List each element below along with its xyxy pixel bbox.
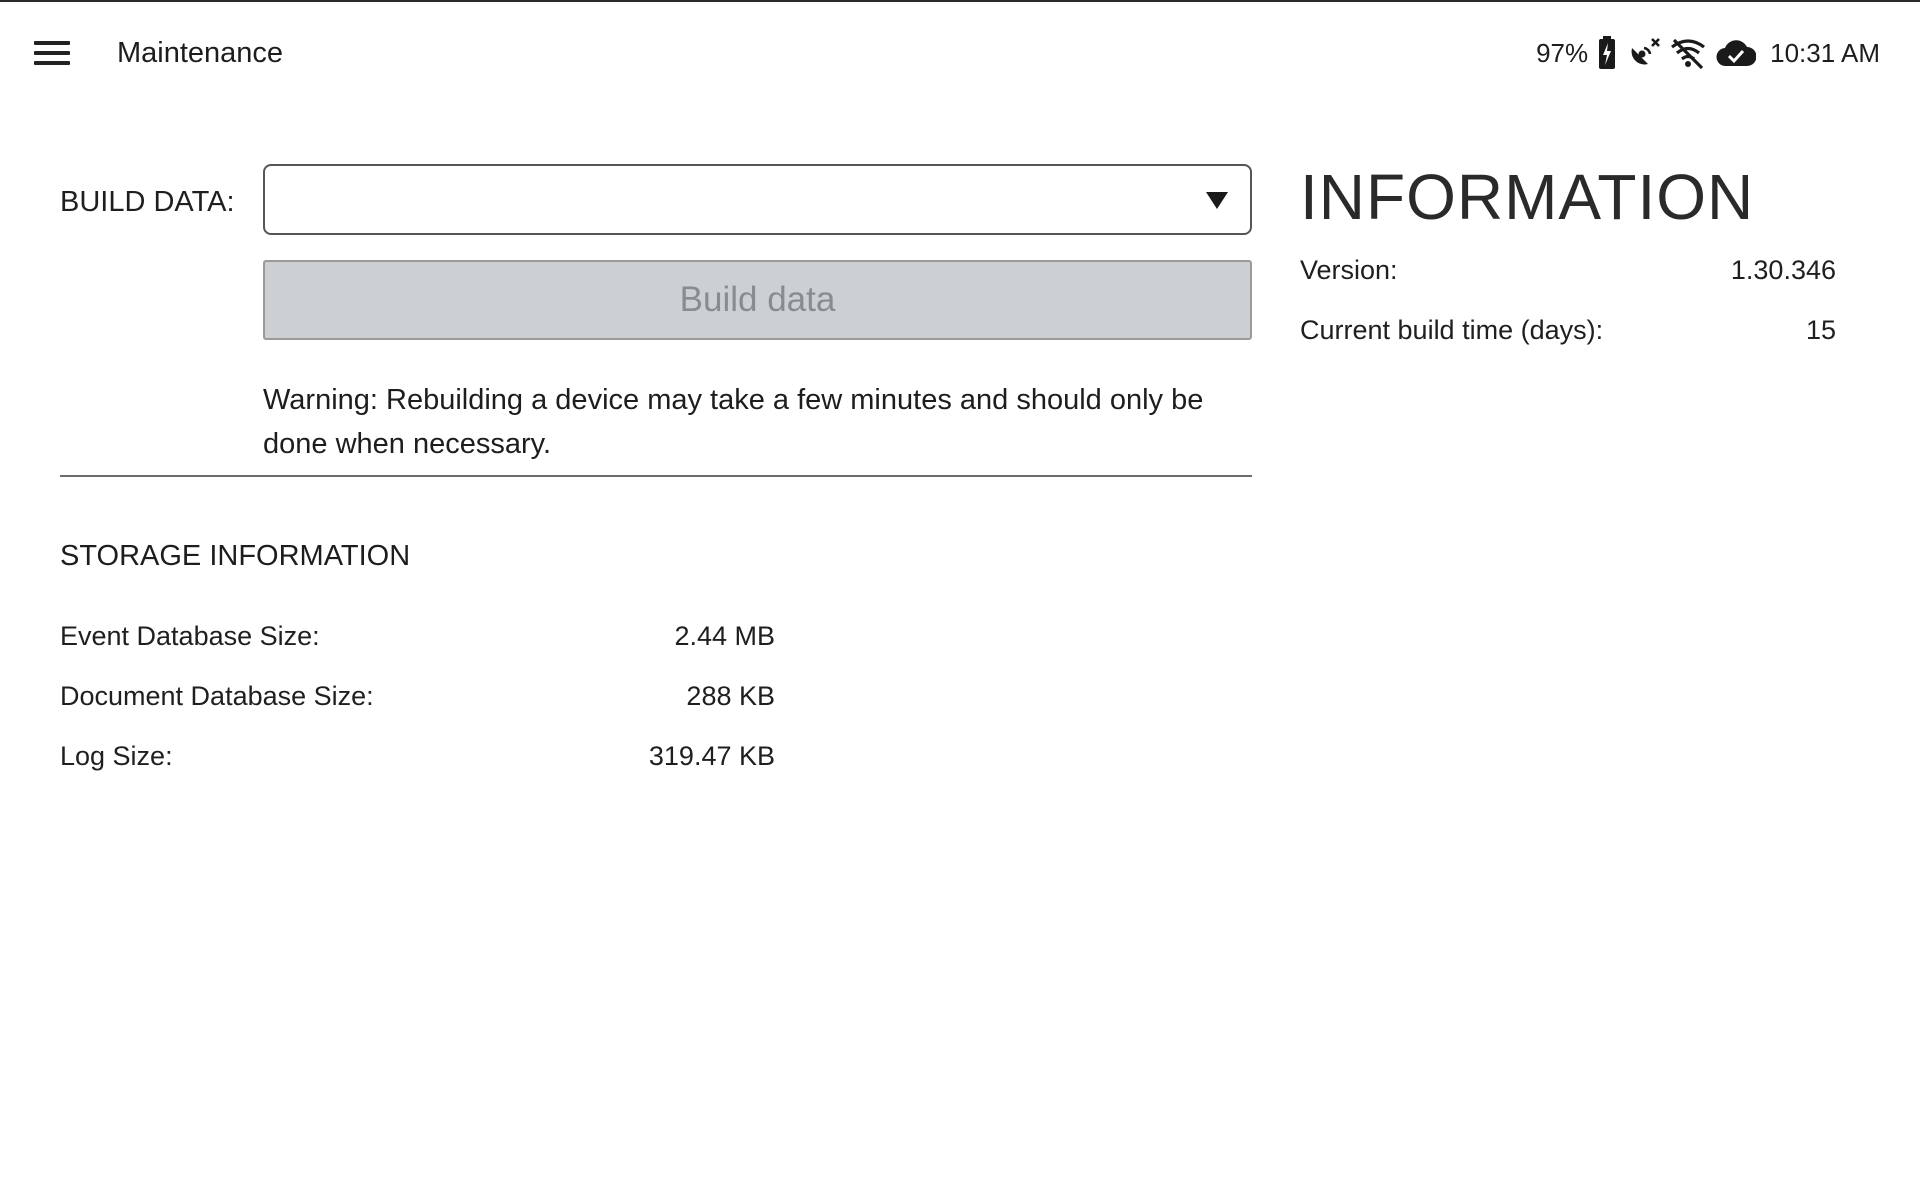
page-title: Maintenance: [117, 37, 284, 69]
info-row-version: Version: 1.30.346: [1300, 255, 1836, 295]
clock: 10:31 AM: [1770, 37, 1880, 68]
storage-row-label: Document Database Size:: [60, 681, 374, 711]
section-divider: [60, 475, 1252, 477]
battery-percentage: 97%: [1536, 37, 1589, 68]
storage-row-label: Log Size:: [60, 741, 173, 771]
storage-row-value: 319.47 KB: [648, 741, 775, 771]
info-row-label: Version:: [1300, 255, 1398, 285]
storage-row-document-db: Document Database Size: 288 KB: [60, 681, 775, 721]
information-title: INFORMATION: [1300, 161, 1755, 233]
build-data-select[interactable]: [263, 164, 1252, 235]
storage-row-value: 2.44 MB: [674, 621, 775, 651]
info-row-build-time: Current build time (days): 15: [1300, 315, 1836, 355]
info-row-value: 15: [1805, 315, 1836, 345]
storage-row-event-db: Event Database Size: 2.44 MB: [60, 621, 775, 661]
battery-charging-icon: [1599, 36, 1616, 69]
app-header: Maintenance 97% 10:31 AM: [0, 2, 1920, 102]
menu-icon[interactable]: [30, 36, 74, 72]
rebuild-warning: Warning: Rebuilding a device may take a …: [263, 384, 1204, 460]
status-bar: 97% 10:31 AM: [1536, 32, 1880, 74]
dropdown-arrow-icon: [1206, 192, 1228, 209]
info-row-value: 1.30.346: [1730, 255, 1836, 285]
build-data-button[interactable]: Build data: [263, 260, 1252, 340]
storage-information-title: STORAGE INFORMATION: [60, 540, 411, 572]
satellite-off-icon: [1631, 38, 1661, 65]
build-data-label: BUILD DATA:: [60, 186, 235, 218]
cloud-done-icon: [1716, 40, 1757, 67]
storage-row-value: 288 KB: [686, 681, 775, 711]
wifi-off-icon: [1671, 38, 1706, 69]
storage-row-log: Log Size: 319.47 KB: [60, 741, 775, 781]
info-row-label: Current build time (days):: [1300, 315, 1604, 345]
storage-row-label: Event Database Size:: [60, 621, 320, 651]
